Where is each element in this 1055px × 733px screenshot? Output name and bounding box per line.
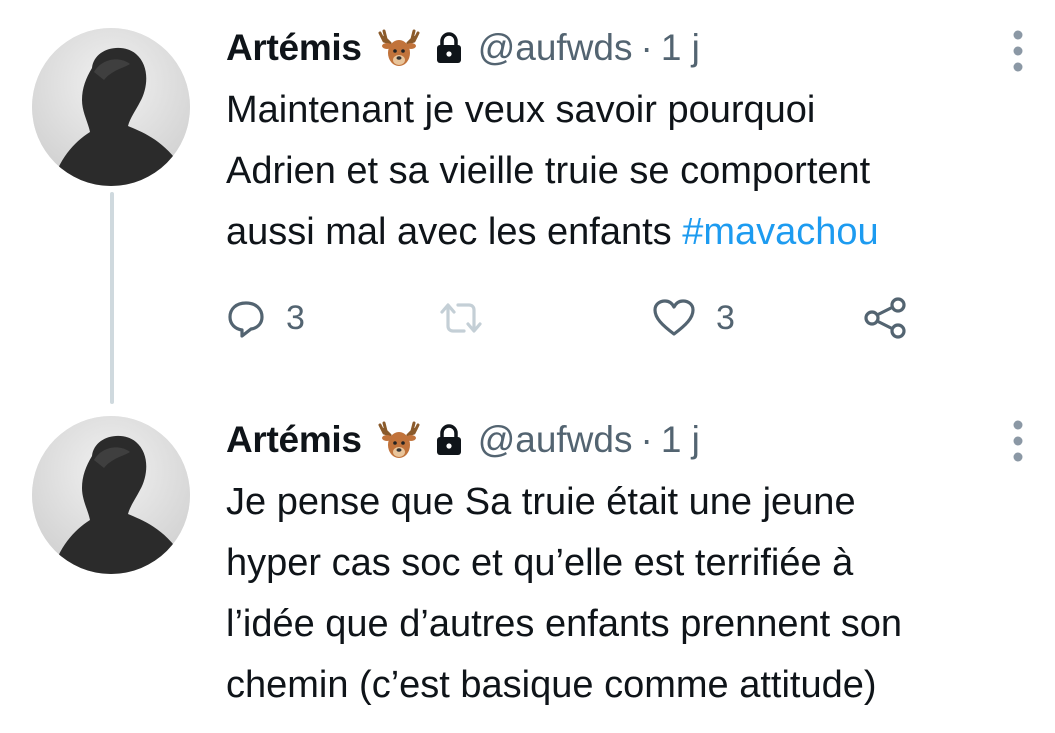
thread-connector	[110, 192, 114, 404]
more-options-icon[interactable]	[1011, 418, 1025, 464]
more-options-icon[interactable]	[1011, 28, 1025, 74]
tweet-text-line: chemin (c’est basique comme attitude)	[226, 664, 877, 706]
tweet-text-line: Je pense que Sa truie était une jeune	[226, 481, 856, 523]
tweet[interactable]: Artémis @aufwds · 1 j	[0, 0, 1055, 404]
avatar[interactable]	[32, 416, 190, 574]
avatar[interactable]	[32, 28, 190, 186]
separator-dot: ·	[640, 27, 653, 68]
tweet-text-line: l’idée que d’autres enfants prennent son	[226, 603, 903, 645]
reply-count: 3	[286, 298, 305, 337]
author-name[interactable]: Artémis	[226, 419, 362, 461]
author-handle[interactable]: @aufwds	[478, 27, 633, 69]
like-count: 3	[716, 298, 735, 337]
tweet-text-line: hyper cas soc et qu’elle est terrifiée à	[226, 542, 854, 584]
reply-icon	[226, 298, 266, 338]
tweet-text-segment: aussi mal avec les enfants	[226, 211, 683, 253]
deer-icon	[374, 27, 424, 69]
tweet-header: Artémis @aufwds · 1 j	[226, 414, 700, 466]
tweet[interactable]: Artémis @aufwds · 1 j	[0, 400, 1055, 733]
timestamp[interactable]: 1 j	[661, 419, 700, 461]
heart-icon	[652, 298, 696, 338]
separator-dot: ·	[640, 419, 653, 460]
tweet-text: Maintenant je veux savoir pourquoi Adrie…	[226, 80, 1036, 263]
lock-icon	[434, 423, 464, 457]
tweet-actions: 3 3	[226, 290, 926, 346]
tweet-text-line: Maintenant je veux savoir pourquoi	[226, 89, 816, 131]
tweet-text-line: Adrien et sa vieille truie se comportent	[226, 150, 871, 192]
author-handle[interactable]: @aufwds	[478, 419, 633, 461]
tweet-header: Artémis @aufwds · 1 j	[226, 22, 700, 74]
retweet-icon	[436, 298, 486, 338]
retweet-button[interactable]	[436, 290, 486, 346]
hashtag-link[interactable]: #mavachou	[682, 211, 878, 253]
reply-button[interactable]: 3	[226, 290, 305, 346]
tweet-text: Je pense que Sa truie était une jeune hy…	[226, 472, 1036, 716]
deer-icon	[374, 419, 424, 461]
author-name[interactable]: Artémis	[226, 27, 362, 69]
tweet-text-line: aussi mal avec les enfants #mavachou	[226, 202, 1036, 263]
like-button[interactable]: 3	[652, 290, 735, 346]
lock-icon	[434, 31, 464, 65]
share-icon	[862, 296, 910, 340]
share-button[interactable]	[862, 290, 910, 346]
timestamp[interactable]: 1 j	[661, 27, 700, 69]
